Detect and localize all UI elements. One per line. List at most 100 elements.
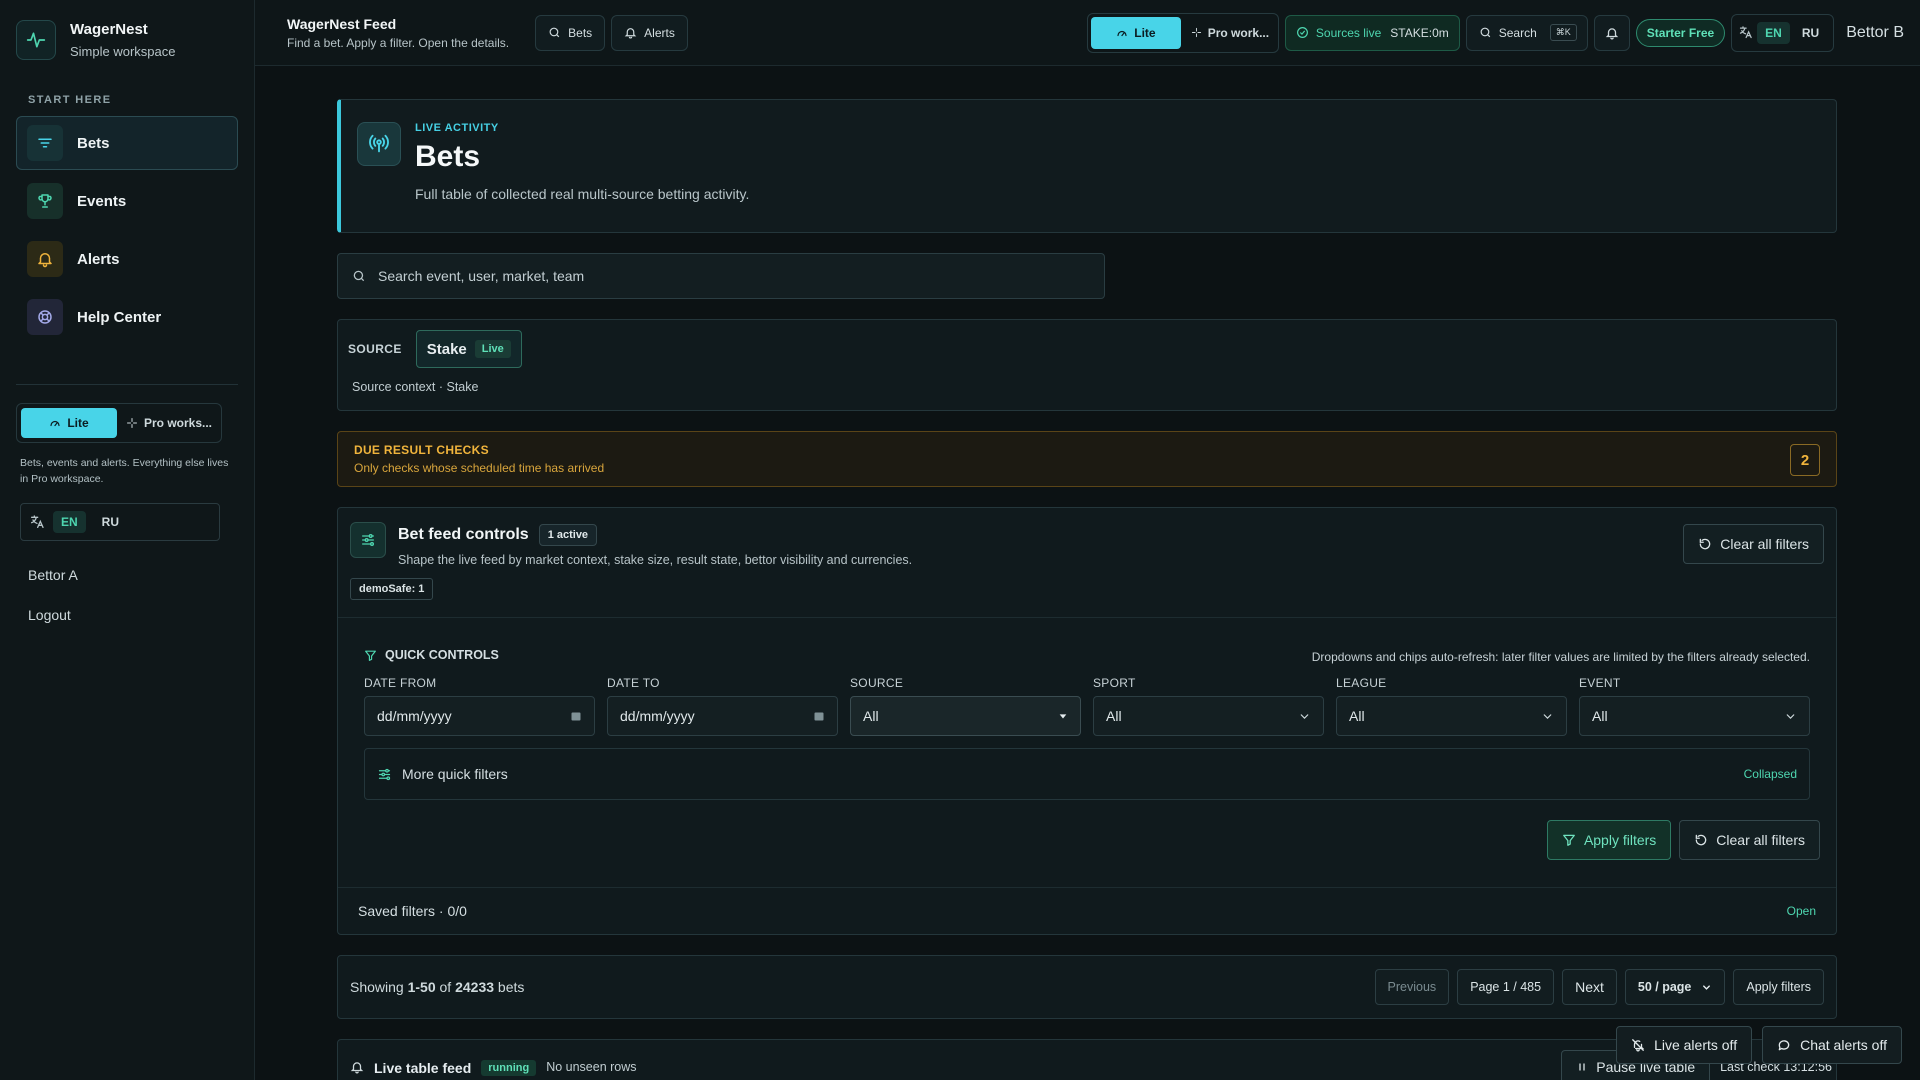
demo-safe-chip[interactable]: demoSafe: 1 (350, 578, 434, 600)
topbar-lang-en[interactable]: EN (1757, 21, 1790, 44)
brand: WagerNest Simple workspace (16, 20, 238, 60)
search-icon (352, 269, 366, 283)
sidebar-item-help-center[interactable]: Help Center (16, 290, 238, 344)
page-description: Full table of collected real multi-sourc… (415, 186, 750, 202)
sidebar-user[interactable]: Bettor A (28, 567, 238, 583)
language-switcher: EN RU (20, 503, 220, 541)
page-indicator: Page 1 / 485 (1457, 969, 1555, 1005)
chat-alerts-toggle[interactable]: Chat alerts off (1762, 1026, 1902, 1064)
pager-apply-filters-button[interactable]: Apply filters (1733, 969, 1824, 1005)
topbar-user[interactable]: Bettor B (1846, 24, 1904, 42)
controls-header: Bet feed controls 1 active Shape the liv… (338, 508, 1836, 618)
quick-actions: Apply filters Clear all filters (1546, 820, 1820, 860)
brand-subtitle: Simple workspace (70, 44, 176, 59)
showing-text: Showing 1-50 of 24233 bets (350, 979, 524, 995)
bell-off-icon (1631, 1038, 1645, 1052)
active-filters-badge: 1 active (538, 524, 598, 546)
mode-lite-button[interactable]: Lite (21, 408, 117, 438)
showing-range: 1-50 (407, 979, 436, 995)
clear-all-filters-button[interactable]: Clear all filters (1683, 524, 1824, 564)
global-search-label: Search (1498, 25, 1537, 40)
search-icon (548, 26, 561, 39)
controls-title-row: Bet feed controls 1 active (398, 524, 598, 546)
source-chip-label: Stake (426, 340, 467, 358)
sidebar-item-alerts[interactable]: Alerts (16, 232, 238, 286)
sidebar-item-label: Bets (77, 134, 110, 152)
logout-link[interactable]: Logout (28, 607, 238, 623)
source-chip-stake[interactable]: Stake Live (415, 330, 522, 368)
sport-select[interactable]: All (1093, 696, 1324, 736)
due-count-badge: 2 (1790, 444, 1820, 476)
filter-icon (364, 649, 377, 662)
sources-live-label: Sources live (1315, 25, 1382, 40)
floating-alert-toggles: Live alerts off Chat alerts off (1616, 1026, 1902, 1064)
sidebar-item-bets[interactable]: Bets (16, 116, 238, 170)
source-select[interactable]: All (850, 696, 1081, 736)
sources-live-status[interactable]: Sources live STAKE:0m (1284, 14, 1460, 51)
topbar-alerts-button[interactable]: Alerts (611, 14, 688, 51)
filter-icon (1562, 833, 1576, 847)
league-select[interactable]: All (1336, 696, 1567, 736)
date-to-input[interactable]: dd/mm/yyyy (607, 696, 838, 736)
bell-icon (350, 1060, 364, 1074)
pause-icon (1576, 1061, 1588, 1073)
field-value: All (1106, 708, 1122, 724)
date-from-input[interactable]: dd/mm/yyyy (364, 696, 595, 736)
mode-pro-button[interactable]: Pro works... (121, 408, 217, 438)
bets-search-box[interactable]: Search event, user, market, team (337, 253, 1105, 299)
topbar-bets-button[interactable]: Bets (535, 14, 606, 51)
topbar-lang-ru[interactable]: RU (1794, 22, 1827, 44)
topbar-heading: WagerNest Feed Find a bet. Apply a filte… (287, 16, 509, 50)
previous-page-button[interactable]: Previous (1374, 969, 1450, 1005)
total-count: 24233 (455, 979, 495, 995)
controls-title: Bet feed controls (398, 526, 529, 543)
field-value: All (1349, 708, 1365, 724)
live-alerts-toggle[interactable]: Live alerts off (1616, 1026, 1753, 1064)
quick-controls-hint: Dropdowns and chips auto-refresh: later … (1311, 650, 1810, 664)
calendar-icon (813, 710, 825, 722)
lang-en-button[interactable]: EN (53, 511, 86, 533)
next-page-button[interactable]: Next (1562, 969, 1617, 1005)
caret-down-icon (1058, 711, 1068, 721)
topbar-pro-button[interactable]: Pro work... (1185, 17, 1275, 49)
more-quick-filters-toggle[interactable]: More quick filters Collapsed (364, 748, 1810, 800)
page-title: Bets (415, 140, 481, 173)
reset-icon (1698, 537, 1712, 551)
feed-title: Live table feed (374, 1060, 472, 1076)
bell-icon (27, 241, 63, 277)
plan-badge[interactable]: Starter Free (1635, 18, 1726, 47)
due-subtitle: Only checks whose scheduled time has arr… (354, 461, 605, 475)
app-root: WagerNest Simple workspace START HERE Be… (0, 0, 1920, 1080)
due-result-checks[interactable]: DUE RESULT CHECKS Only checks whose sche… (337, 431, 1837, 487)
collapsed-state: Collapsed (1743, 767, 1797, 781)
topbar-pro-label: Pro work... (1207, 25, 1270, 40)
quick-controls-title: QUICK CONTROLS (385, 648, 499, 662)
gauge-icon (49, 417, 61, 429)
apply-filters-label: Apply filters (1583, 832, 1657, 848)
open-saved-filters-link[interactable]: Open (1787, 904, 1816, 918)
global-search-button[interactable]: Search ⌘K (1465, 14, 1588, 51)
lang-ru-button[interactable]: RU (94, 511, 127, 533)
chevron-down-icon (1298, 710, 1311, 723)
search-input[interactable]: Search event, user, market, team (378, 268, 584, 284)
chevron-down-icon (1541, 710, 1554, 723)
controls-description: Shape the live feed by market context, s… (398, 553, 913, 567)
event-select[interactable]: All (1579, 696, 1810, 736)
notifications-button[interactable] (1593, 14, 1630, 51)
translate-icon (1738, 25, 1753, 40)
per-page-select[interactable]: 50 / page (1624, 969, 1726, 1005)
check-circle-icon (1296, 26, 1309, 39)
topbar-title: WagerNest Feed (287, 15, 397, 32)
workspace-mode-toggle: Lite Pro works... (16, 403, 222, 443)
apply-filters-button[interactable]: Apply filters (1546, 820, 1672, 860)
clear-filters-button[interactable]: Clear all filters (1679, 820, 1820, 860)
sidebar-divider (16, 384, 238, 385)
topbar: WagerNest Feed Find a bet. Apply a filte… (255, 0, 1920, 66)
topbar-lite-button[interactable]: Lite (1090, 16, 1181, 49)
chevron-down-icon (1784, 710, 1797, 723)
clear-all-label: Clear all filters (1720, 536, 1809, 552)
topbar-alerts-label: Alerts (644, 25, 675, 40)
saved-filters-row: Saved filters · 0/0 Open (338, 888, 1836, 934)
sidebar-item-events[interactable]: Events (16, 174, 238, 228)
sidebar-item-label: Events (77, 192, 127, 210)
